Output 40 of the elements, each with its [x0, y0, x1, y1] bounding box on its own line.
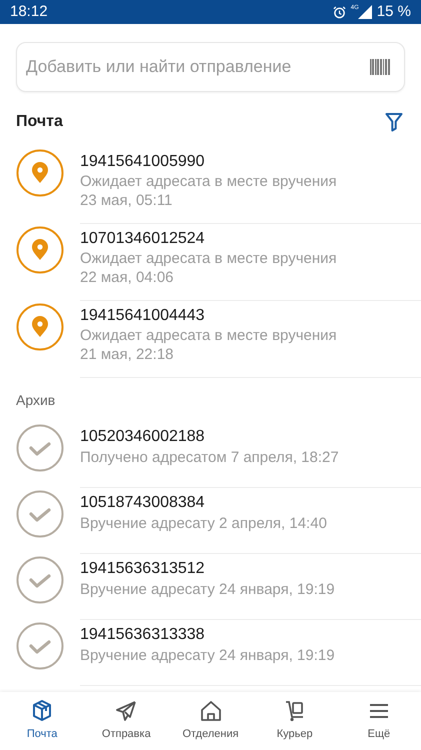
filter-icon[interactable]: [385, 112, 403, 132]
pin-icon: [16, 303, 64, 351]
nav-tab[interactable]: Отделения: [168, 692, 253, 750]
barcode-icon[interactable]: [370, 59, 390, 75]
status-text: Вручение адресату 24 января, 19:19: [80, 646, 336, 665]
status-text: Ожидает адресата в месте вручения: [80, 172, 338, 191]
alarm-icon: [332, 6, 346, 18]
status-text: 22 мая, 04:06: [80, 268, 175, 287]
tracking-number[interactable]: 19415636313512: [80, 559, 421, 579]
status-text: Вручение адресату 24 января, 19:19: [80, 580, 336, 599]
check-icon: [16, 490, 64, 538]
search-field[interactable]: Добавить или найти отправление: [16, 42, 405, 92]
tracking-number[interactable]: 10518743008384: [80, 493, 421, 513]
archive-title: Архив: [15, 390, 56, 410]
nav-tab[interactable]: Курьер: [252, 692, 337, 750]
section-title: Почта: [16, 112, 63, 132]
pin-icon: [16, 226, 64, 274]
tracking-number[interactable]: 19415641004443: [80, 306, 421, 326]
nav-tab[interactable]: Почта: [0, 692, 84, 750]
signal-icon: [358, 5, 372, 19]
nav-tab[interactable]: Отправка: [84, 692, 168, 750]
status-text: 23 мая, 05:11: [80, 191, 174, 210]
house-icon: [198, 699, 222, 724]
status-text: Получено адресатом 7 апреля, 18:27: [80, 448, 340, 467]
check-icon: [16, 622, 64, 670]
status-text: Ожидает адресата в месте вручения: [80, 326, 338, 345]
status-text: Вручение адресату 2 апреля, 14:40: [80, 514, 328, 533]
tracking-number[interactable]: 19415641005990: [80, 152, 421, 172]
paper-plane-icon: [114, 699, 138, 724]
pin-icon: [16, 149, 64, 197]
check-icon: [16, 424, 64, 472]
tracking-number[interactable]: 10520346002188: [80, 427, 421, 447]
battery-level: 15 %: [376, 2, 411, 22]
status-text: Ожидает адресата в месте вручения: [80, 249, 338, 268]
tracking-number[interactable]: 19415636313338: [80, 625, 421, 645]
status-time: 18:12: [10, 2, 48, 22]
status-text: 21 мая, 22:18: [80, 345, 175, 364]
tracking-number[interactable]: 10701346012524: [80, 229, 421, 249]
nav-tab[interactable]: Ещё: [336, 692, 421, 750]
check-icon: [16, 556, 64, 604]
